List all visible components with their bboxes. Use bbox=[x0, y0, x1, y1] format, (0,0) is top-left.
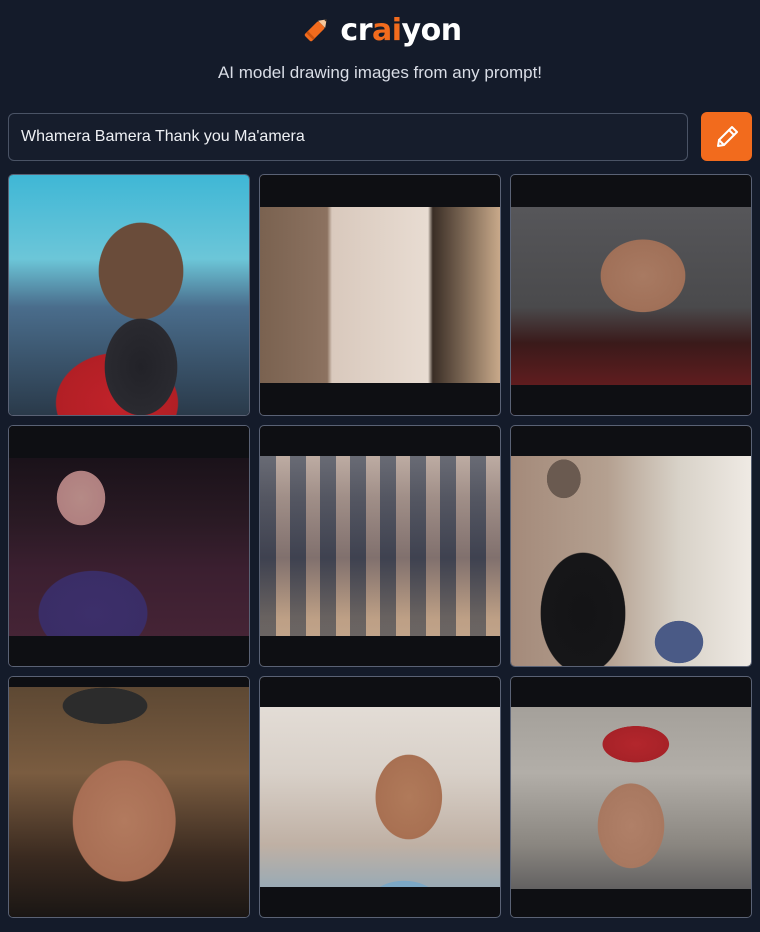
generated-image-7[interactable] bbox=[8, 676, 250, 918]
tagline: AI model drawing images from any prompt! bbox=[217, 63, 543, 82]
generated-image-6[interactable] bbox=[510, 425, 752, 667]
draw-button[interactable] bbox=[701, 112, 752, 161]
generated-image-5[interactable] bbox=[259, 425, 501, 667]
logo[interactable]: craiyon bbox=[0, 10, 760, 50]
generated-image-8[interactable] bbox=[259, 676, 501, 918]
generated-image-3[interactable] bbox=[510, 174, 752, 416]
crayon-logo-icon bbox=[305, 19, 328, 42]
header: craiyon AI model drawing images from any… bbox=[0, 0, 760, 110]
image-grid bbox=[8, 174, 752, 918]
generated-image-1[interactable] bbox=[8, 174, 250, 416]
pencil-icon bbox=[716, 125, 738, 147]
prompt-input[interactable] bbox=[8, 113, 688, 161]
generated-image-2[interactable] bbox=[259, 174, 501, 416]
generated-image-9[interactable] bbox=[510, 676, 752, 918]
logo-text: craiyon bbox=[340, 12, 462, 48]
generated-image-4[interactable] bbox=[8, 425, 250, 667]
